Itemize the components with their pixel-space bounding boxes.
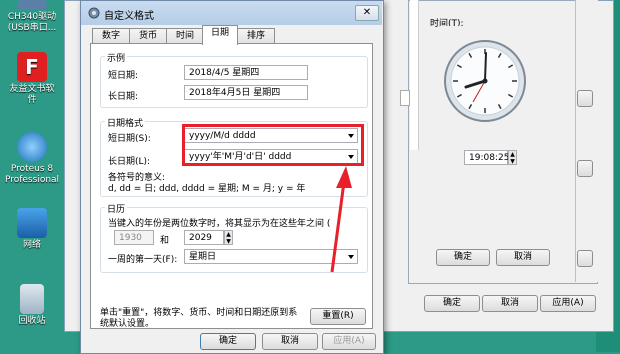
reset-button[interactable]: 重置(R) <box>310 308 366 325</box>
short-date-label: 短日期: <box>108 71 139 81</box>
long-date-label: 长日期: <box>108 92 139 102</box>
desktop-icon-label: 回收站 <box>18 316 46 326</box>
symbols-text: d, dd = 日; ddd, dddd = 星期; M = 月; y = 年 <box>108 184 306 194</box>
short-date-format-label: 短日期(S): <box>108 134 151 144</box>
cancel-button[interactable]: 取消 <box>262 333 318 350</box>
driver-icon <box>17 0 47 10</box>
outer-ok-button[interactable]: 确定 <box>424 295 480 312</box>
first-day-label: 一周的第一天(F): <box>108 255 178 265</box>
calendar-group-label: 日历 <box>105 202 128 215</box>
year-from-input: 1930 <box>114 230 154 245</box>
calendar-text: 当键入的年份是两位数字时，将其显示为在这些年之间 ( <box>108 219 331 229</box>
tab-number[interactable]: 数字 <box>92 28 130 44</box>
datetime-cancel-button[interactable]: 取消 <box>496 249 550 266</box>
desktop-icon-youyi[interactable]: F 友益文书软 件 <box>2 52 62 106</box>
right-panel-button[interactable] <box>577 250 593 267</box>
tab-time[interactable]: 时间 <box>166 28 204 44</box>
desktop-icon-label: CH340驱动 <box>7 12 57 22</box>
outer-cancel-button[interactable]: 取消 <box>482 295 538 312</box>
ok-button[interactable]: 确定 <box>200 333 256 350</box>
long-date-sample: 2018年4月5日 星期四 <box>184 85 308 100</box>
outer-apply-button[interactable]: 应用(A) <box>540 295 596 312</box>
example-group-label: 示例 <box>105 51 128 64</box>
gear-icon <box>88 7 100 19</box>
desktop-icon-label: Professional <box>4 175 60 185</box>
short-date-sample: 2018/4/5 星期四 <box>184 65 308 80</box>
time-spinner[interactable]: ▲ ▼ <box>508 150 517 165</box>
time-input[interactable]: 19:08:25 <box>464 150 509 165</box>
and-label: 和 <box>160 236 170 246</box>
reset-hint: 统默认设置。 <box>100 319 155 329</box>
small-white-strip <box>400 90 410 106</box>
tab-date[interactable]: 日期 <box>202 25 238 45</box>
red-arrow-annotation <box>330 166 352 273</box>
year-to-input[interactable]: 2029 <box>184 230 224 245</box>
year-spinner[interactable]: ▲ ▼ <box>224 230 233 245</box>
calendar-strip <box>410 0 419 150</box>
network-icon <box>17 208 47 238</box>
first-day-value: 星期日 <box>189 252 217 262</box>
datetime-ok-button[interactable]: 确定 <box>436 249 490 266</box>
youyi-app-icon: F <box>17 52 47 82</box>
tab-currency[interactable]: 货币 <box>129 28 167 44</box>
dialog-title: 自定义格式 <box>104 11 154 22</box>
desktop-icon-label: Proteus 8 <box>10 164 54 174</box>
tab-sort[interactable]: 排序 <box>237 28 275 44</box>
right-panel-button[interactable] <box>577 90 593 107</box>
long-date-format-label: 长日期(L): <box>108 157 151 167</box>
desktop-icon-label: 友益文书软 <box>9 84 55 94</box>
right-panel-button[interactable] <box>577 160 593 177</box>
close-icon: ✕ <box>362 7 372 18</box>
proteus-app-icon <box>17 132 47 162</box>
desktop-icon-proteus[interactable]: Proteus 8 Professional <box>2 132 62 186</box>
desktop-icon-network[interactable]: 网络 <box>2 208 62 251</box>
desktop-icon-label: 网络 <box>22 240 41 250</box>
right-panel <box>575 0 598 282</box>
date-format-group-label: 日期格式 <box>105 116 146 129</box>
desktop-icon-recycle-bin[interactable]: 回收站 <box>2 284 62 327</box>
apply-button: 应用(A) <box>322 333 376 350</box>
desktop-icon-label: 件 <box>27 95 37 105</box>
recycle-bin-icon <box>20 284 44 314</box>
desktop-icon-ch340[interactable]: CH340驱动 (USB串口... <box>2 0 62 34</box>
analog-clock <box>440 26 530 136</box>
desktop-icon-label: (USB串口... <box>7 23 57 33</box>
close-button[interactable]: ✕ <box>355 5 379 21</box>
